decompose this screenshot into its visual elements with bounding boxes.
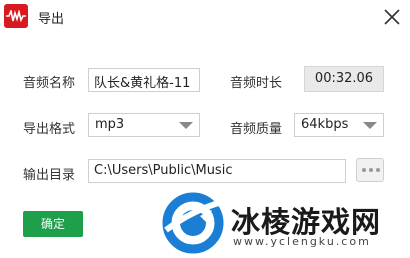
- duration-value: 00:32.06: [304, 66, 384, 92]
- quality-label: 音频质量: [230, 122, 283, 137]
- output-dir-value: C:\Users\Public\Music: [94, 163, 233, 178]
- watermark-url: www.yclengku.com: [233, 235, 371, 248]
- window-title: 导出: [38, 12, 65, 27]
- format-label: 导出格式: [23, 122, 76, 137]
- format-value: mp3: [95, 117, 125, 132]
- duration-label: 音频时长: [230, 76, 283, 91]
- ok-button[interactable]: 确定: [23, 211, 83, 237]
- output-dir-label: 输出目录: [23, 168, 76, 183]
- output-dir-field[interactable]: C:\Users\Public\Music: [88, 159, 346, 183]
- chevron-down-icon: [179, 122, 193, 129]
- audio-name-field[interactable]: 队长&黄礼格-11: [88, 68, 200, 92]
- audio-waveform-icon: [4, 4, 28, 28]
- close-icon[interactable]: [380, 5, 404, 29]
- watermark-logo-icon: [160, 190, 226, 258]
- audio-name-label: 音频名称: [23, 76, 76, 91]
- audio-name-value: 队长&黄礼格-11: [94, 76, 191, 91]
- browse-button[interactable]: [356, 158, 384, 182]
- more-dots-icon: [362, 168, 380, 172]
- quality-value: 64kbps: [301, 117, 349, 132]
- quality-select[interactable]: 64kbps: [294, 113, 384, 137]
- format-select[interactable]: mp3: [88, 113, 200, 137]
- title-bar: 导出: [0, 0, 410, 34]
- chevron-down-icon: [363, 122, 377, 129]
